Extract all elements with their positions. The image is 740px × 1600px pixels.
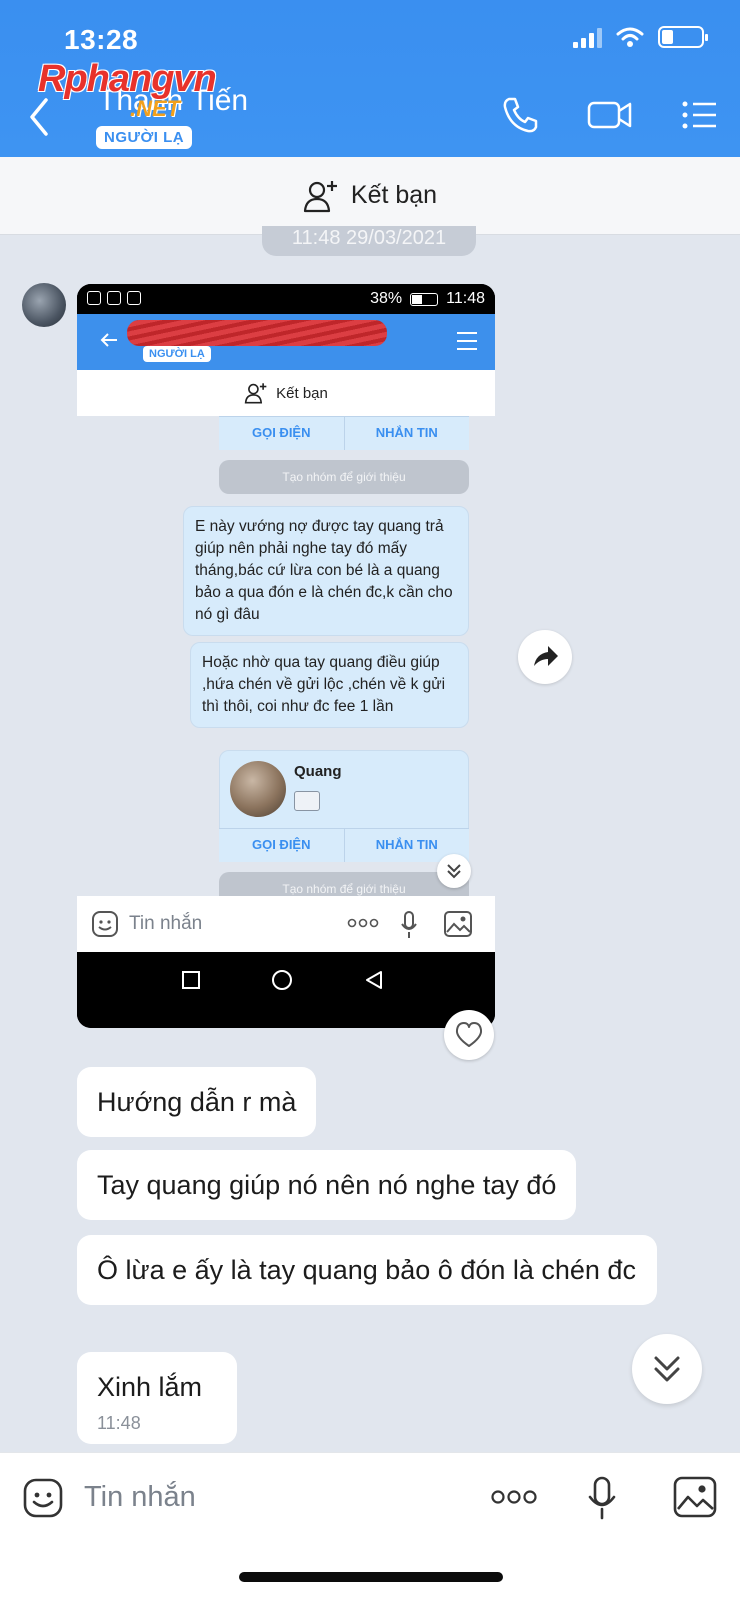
home-indicator <box>239 1572 503 1582</box>
message-bubble[interactable]: Ô lừa e ấy là tay quang bảo ô đón là ché… <box>77 1235 657 1305</box>
message-bubble[interactable]: Xinh lắm 11:48 <box>77 1352 237 1444</box>
shot-message-label: NHẮN TIN <box>375 425 438 440</box>
shot-image-icon <box>444 911 472 937</box>
shot-battery-percent: 38% <box>370 290 403 307</box>
contact-card-icon <box>294 791 320 811</box>
add-friend-label: Kết bạn <box>350 181 438 209</box>
shot-nav-bar <box>77 952 495 1028</box>
forward-icon[interactable] <box>518 630 572 684</box>
image-icon[interactable] <box>672 1475 718 1519</box>
message-time: 11:48 <box>97 1413 141 1433</box>
shot-add-friend-icon <box>244 383 267 404</box>
shot-add-friend-label: Kết bạn <box>276 384 328 402</box>
video-icon[interactable] <box>586 95 634 135</box>
watermark-logo-sub: .NET <box>130 96 181 121</box>
message-text: Xinh lắm <box>97 1372 203 1402</box>
shot-time: 11:48 <box>446 290 485 307</box>
chat-header: 13:28 Thanh Tiến Rphangvn .NET NGƯỜI LẠ <box>0 0 740 157</box>
more-icon[interactable] <box>490 1489 538 1505</box>
shot-sticker-icon <box>92 911 118 937</box>
image-message[interactable]: 38% 11:48 NGƯỜI LẠ Kết bạn GỌI ĐIỆN NHẮN… <box>77 284 495 1028</box>
shot-status-bar: 38% 11:48 <box>77 284 495 314</box>
shot-group-intro: Tạo nhóm để giới thiệu <box>219 460 469 494</box>
redaction-scribble <box>127 320 387 346</box>
status-time: 13:28 <box>64 24 139 55</box>
shot-call-label: GỌI ĐIỆN <box>219 417 345 450</box>
shot-message: Hoặc nhờ qua tay quang điều giúp ,hứa ch… <box>190 642 469 728</box>
message-text: Tay quang giúp nó nên nó nghe tay đó <box>97 1170 557 1200</box>
shot-message: E này vướng nợ được tay quang trả giúp n… <box>183 506 469 636</box>
microphone-icon[interactable] <box>586 1475 618 1521</box>
message-bubble[interactable]: Hướng dẫn r mà <box>77 1067 317 1137</box>
shot-card-actions: GỌI ĐIỆN NHẮN TIN <box>219 416 469 450</box>
shot-stranger-badge: NGƯỜI LẠ <box>143 346 211 362</box>
date-separator: 11:48 29/03/2021 <box>262 226 476 256</box>
heart-icon[interactable] <box>444 1010 494 1060</box>
nav-back-icon <box>366 971 382 989</box>
home-icon <box>272 970 292 990</box>
watermark-logo: Rphangvn <box>38 58 217 100</box>
stranger-badge: NGƯỜI LẠ <box>96 126 193 149</box>
shot-contact-avatar <box>230 761 286 817</box>
message-input[interactable]: Tin nhắn <box>84 1481 196 1514</box>
shot-mic-icon <box>401 911 417 938</box>
recent-apps-icon <box>182 971 200 989</box>
shot-header: NGƯỜI LẠ <box>77 314 495 370</box>
shot-menu-icon <box>457 332 477 350</box>
status-icons <box>573 26 708 48</box>
sticker-icon[interactable] <box>22 1477 64 1519</box>
shot-card-actions: GỌI ĐIỆN NHẮN TIN <box>219 828 469 862</box>
shot-input-bar: Tin nhắn <box>77 896 495 952</box>
shot-more-icon <box>347 918 379 928</box>
menu-icon[interactable] <box>680 95 720 135</box>
scroll-down-icon[interactable] <box>632 1334 702 1404</box>
message-bubble[interactable]: Tay quang giúp nó nên nó nghe tay đó <box>77 1150 577 1220</box>
shot-call-label: GỌI ĐIỆN <box>219 829 345 862</box>
shot-input-placeholder: Tin nhắn <box>129 913 203 934</box>
shot-scroll-down-icon <box>437 854 471 888</box>
shot-battery-icon <box>410 292 439 306</box>
phone-icon[interactable] <box>500 95 540 135</box>
shot-back-icon <box>100 333 117 347</box>
shot-chat-body: GỌI ĐIỆN NHẮN TIN Tạo nhóm để giới thiệu… <box>77 416 495 896</box>
avatar[interactable] <box>22 283 66 327</box>
shot-add-friend: Kết bạn <box>77 370 495 416</box>
message-text: Ô lừa e ấy là tay quang bảo ô đón là ché… <box>97 1255 636 1285</box>
battery-icon <box>658 26 708 48</box>
add-friend-icon <box>303 180 337 212</box>
wifi-icon <box>616 27 644 47</box>
add-friend-button[interactable]: Kết bạn <box>0 157 740 235</box>
message-text: Hướng dẫn r mà <box>97 1087 297 1117</box>
shot-group-intro: Tạo nhóm để giới thiệu <box>219 872 469 896</box>
shot-contact-name: Quang <box>294 763 342 780</box>
signal-icon <box>573 26 602 48</box>
